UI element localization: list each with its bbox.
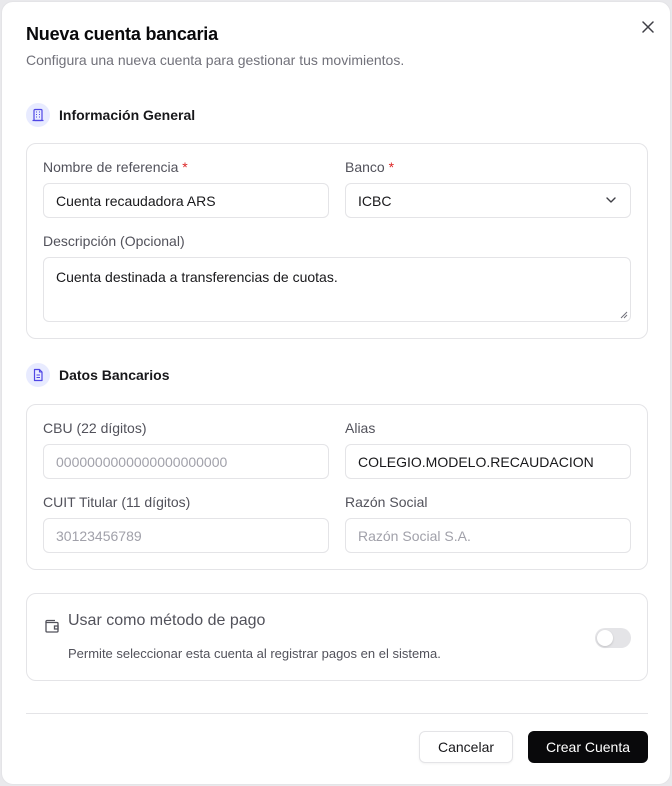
cbu-input[interactable]: 0000000000000000000000 — [43, 444, 329, 479]
create-account-button[interactable]: Crear Cuenta — [528, 731, 648, 763]
dialog-subtitle: Configura una nueva cuenta para gestiona… — [26, 52, 405, 68]
resize-grip-icon[interactable] — [620, 311, 628, 319]
business-name-input[interactable]: Razón Social S.A. — [345, 518, 631, 553]
general-info-card: Nombre de referencia * Cuenta recaudador… — [26, 143, 648, 339]
general-section-header: Información General — [26, 103, 195, 127]
wallet-icon — [45, 619, 59, 633]
required-mark: * — [388, 159, 395, 175]
name-label: Nombre de referencia * — [43, 159, 188, 175]
footer-divider — [26, 713, 648, 714]
bank-select[interactable]: ICBC — [345, 183, 631, 218]
close-icon — [642, 21, 654, 33]
toggle-knob — [597, 630, 613, 646]
description-label: Descripción (Opcional) — [43, 233, 185, 249]
payment-method-title: Usar como método de pago — [68, 612, 266, 629]
chevron-down-icon — [606, 197, 616, 203]
payment-method-toggle[interactable] — [595, 628, 631, 648]
cuit-label: CUIT Titular (11 dígitos) — [43, 494, 191, 510]
general-section-title: Información General — [59, 107, 196, 123]
document-icon — [26, 363, 50, 387]
required-mark: * — [182, 159, 188, 175]
new-bank-account-dialog: Nueva cuenta bancaria Configura una nuev… — [1, 1, 671, 785]
dialog-title: Nueva cuenta bancaria — [26, 24, 218, 44]
payment-method-description: Permite seleccionar esta cuenta al regis… — [68, 646, 441, 661]
description-value: Cuenta destinada a transferencias de cuo… — [56, 269, 338, 285]
business-name-label: Razón Social — [345, 494, 428, 510]
bank-select-value: ICBC — [358, 192, 392, 209]
bank-data-section-title: Datos Bancarios — [59, 367, 170, 383]
close-button[interactable] — [638, 17, 658, 37]
alias-input[interactable]: COLEGIO.MODELO.RECAUDACION — [345, 444, 631, 479]
cuit-input[interactable]: 30123456789 — [43, 518, 329, 553]
bank-data-section-header: Datos Bancarios — [26, 363, 169, 387]
bank-data-card: CBU (22 dígitos) 0000000000000000000000 … — [26, 404, 648, 570]
cancel-button[interactable]: Cancelar — [419, 731, 513, 763]
bank-label: Banco * — [345, 159, 395, 175]
building-icon — [26, 103, 50, 127]
name-input[interactable]: Cuenta recaudadora ARS — [43, 183, 329, 218]
cbu-label: CBU (22 dígitos) — [43, 420, 147, 436]
payment-method-card: Usar como método de pago Permite selecci… — [26, 593, 648, 681]
description-textarea[interactable]: Cuenta destinada a transferencias de cuo… — [43, 257, 631, 322]
alias-label: Alias — [345, 420, 376, 436]
